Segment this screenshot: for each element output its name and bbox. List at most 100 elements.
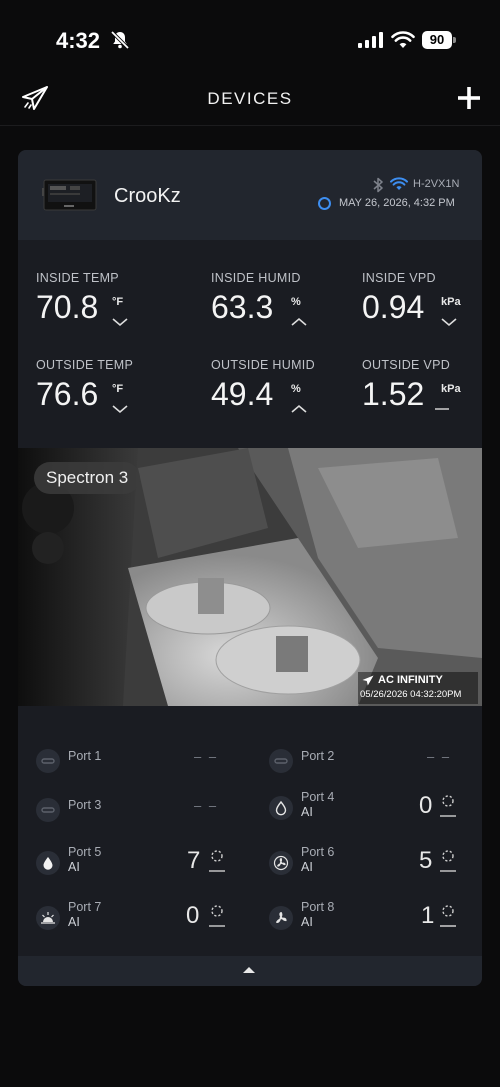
- watermark-brand: AC INFINITY: [378, 674, 443, 686]
- port-item[interactable]: Port 1 – –: [36, 743, 236, 783]
- trend-down-icon: [112, 318, 128, 327]
- metric-label: INSIDE TEMP: [36, 271, 119, 285]
- metric-value: 70.8: [36, 289, 99, 325]
- cellular-signal-icon: [358, 32, 383, 48]
- port-name: Port 5: [68, 845, 102, 859]
- trend-up-icon: [291, 404, 307, 413]
- device-id: H-2VX1N: [413, 178, 460, 190]
- metric-unit: %: [291, 383, 301, 395]
- metric-outside-temp: OUTSIDE TEMP 76.6 °F: [36, 358, 134, 414]
- metric-label: OUTSIDE TEMP: [36, 358, 134, 372]
- trend-up-icon: [291, 317, 307, 326]
- trend-flat-icon: [435, 408, 449, 410]
- bluetooth-icon: [373, 177, 383, 193]
- port-mode: AI: [68, 860, 80, 874]
- port-name: Port 4: [301, 790, 335, 804]
- port-icon: [36, 851, 60, 875]
- port-name: Port 3: [68, 798, 102, 812]
- speed-dial-icon: [209, 850, 225, 872]
- port-name: Port 6: [301, 845, 335, 859]
- port-icon: [269, 749, 293, 773]
- card-collapse-bar[interactable]: [18, 956, 482, 986]
- port-icon: [36, 749, 60, 773]
- port-item[interactable]: Port 4 AI 0: [269, 790, 469, 830]
- metric-value: 1.52: [362, 376, 425, 412]
- port-mode: AI: [68, 915, 80, 929]
- status-bar: 4:32 90: [0, 0, 500, 80]
- camera-feed[interactable]: Spectron 3 AC INFINITY 05/26/2026 04:32:…: [18, 448, 482, 706]
- add-device-icon[interactable]: [457, 86, 481, 110]
- trend-down-icon: [112, 405, 128, 414]
- device-name: CrooKz: [114, 185, 181, 207]
- metric-value: 0.94: [362, 289, 425, 325]
- speed-dial-icon: [440, 905, 456, 927]
- metric-label: INSIDE HUMID: [211, 271, 301, 285]
- bell-muted-icon: [110, 30, 130, 50]
- ac-infinity-logo-icon: [362, 675, 374, 686]
- port-icon: [269, 796, 293, 820]
- port-level: 0: [419, 792, 433, 819]
- speed-dial-icon: [440, 850, 456, 872]
- camera-name-label: Spectron 3: [34, 462, 141, 494]
- port-level: 1: [421, 902, 435, 929]
- device-card-header[interactable]: CrooKz H-2VX1N MAY 26, 2026, 4:32 PM: [18, 150, 482, 240]
- metric-label: OUTSIDE HUMID: [211, 358, 315, 372]
- wifi-icon: [391, 31, 415, 48]
- speed-dial-icon: [209, 905, 225, 927]
- metric-inside-vpd: INSIDE VPD 0.94 kPa: [362, 271, 461, 327]
- plug-icon: [41, 807, 55, 813]
- port-icon: [36, 798, 60, 822]
- metric-unit: %: [291, 296, 301, 308]
- top-nav: DEVICES: [0, 80, 500, 126]
- port-name: Port 7: [68, 900, 102, 914]
- port-level: 7: [187, 847, 201, 874]
- port-value: – –: [194, 798, 219, 813]
- port-item[interactable]: Port 2 – –: [269, 743, 469, 783]
- port-value: – –: [427, 749, 452, 764]
- trend-down-icon: [441, 318, 457, 327]
- fan-icon: [273, 855, 289, 871]
- status-time: 4:32: [56, 28, 101, 53]
- grow-light-icon: [41, 912, 55, 924]
- metric-inside-temp: INSIDE TEMP 70.8 °F: [36, 271, 128, 327]
- watermark-timestamp: 05/26/2026 04:32:20PM: [360, 689, 462, 700]
- port-item[interactable]: Port 5 AI 7: [36, 845, 236, 885]
- wifi-connected-icon: [390, 177, 408, 190]
- device-card[interactable]: CrooKz H-2VX1N MAY 26, 2026, 4:32 PM INS…: [18, 150, 482, 986]
- port-name: Port 2: [301, 749, 335, 763]
- port-name: Port 1: [68, 749, 102, 763]
- water-drop-icon: [43, 857, 53, 870]
- camera-watermark: AC INFINITY 05/26/2026 04:32:20PM: [358, 672, 478, 704]
- page-title: DEVICES: [207, 89, 293, 108]
- port-mode: AI: [301, 860, 313, 874]
- port-item[interactable]: Port 7 AI 0: [36, 900, 236, 940]
- controller-device-image: [42, 179, 97, 211]
- port-item[interactable]: Port 3 – –: [36, 792, 236, 832]
- metric-outside-humid: OUTSIDE HUMID 49.4 %: [211, 358, 315, 413]
- battery-indicator: 90: [422, 30, 456, 50]
- metric-label: INSIDE VPD: [362, 271, 436, 285]
- metric-unit: °F: [112, 383, 124, 395]
- battery-nub: [453, 37, 456, 43]
- port-item[interactable]: Port 8 AI 1: [269, 900, 469, 940]
- port-level: 0: [186, 902, 200, 929]
- fan-icon: [276, 912, 287, 923]
- metric-value: 49.4: [211, 376, 274, 412]
- metric-value: 76.6: [36, 376, 99, 412]
- metric-unit: °F: [112, 296, 124, 308]
- plug-icon: [41, 758, 55, 764]
- chevron-up-icon[interactable]: [242, 965, 256, 975]
- port-icon: [269, 851, 293, 875]
- plug-icon: [274, 758, 288, 764]
- port-mode: AI: [301, 805, 313, 819]
- metric-unit: kPa: [441, 383, 461, 395]
- battery-level: 90: [422, 31, 452, 49]
- metric-label: OUTSIDE VPD: [362, 358, 451, 372]
- port-icon: [36, 906, 60, 930]
- sync-status-icon: [318, 197, 331, 210]
- last-update-timestamp: MAY 26, 2026, 4:32 PM: [339, 197, 455, 209]
- port-item[interactable]: Port 6 AI 5: [269, 845, 469, 885]
- port-mode: AI: [301, 915, 313, 929]
- port-name: Port 8: [301, 900, 335, 914]
- port-level: 5: [419, 847, 433, 874]
